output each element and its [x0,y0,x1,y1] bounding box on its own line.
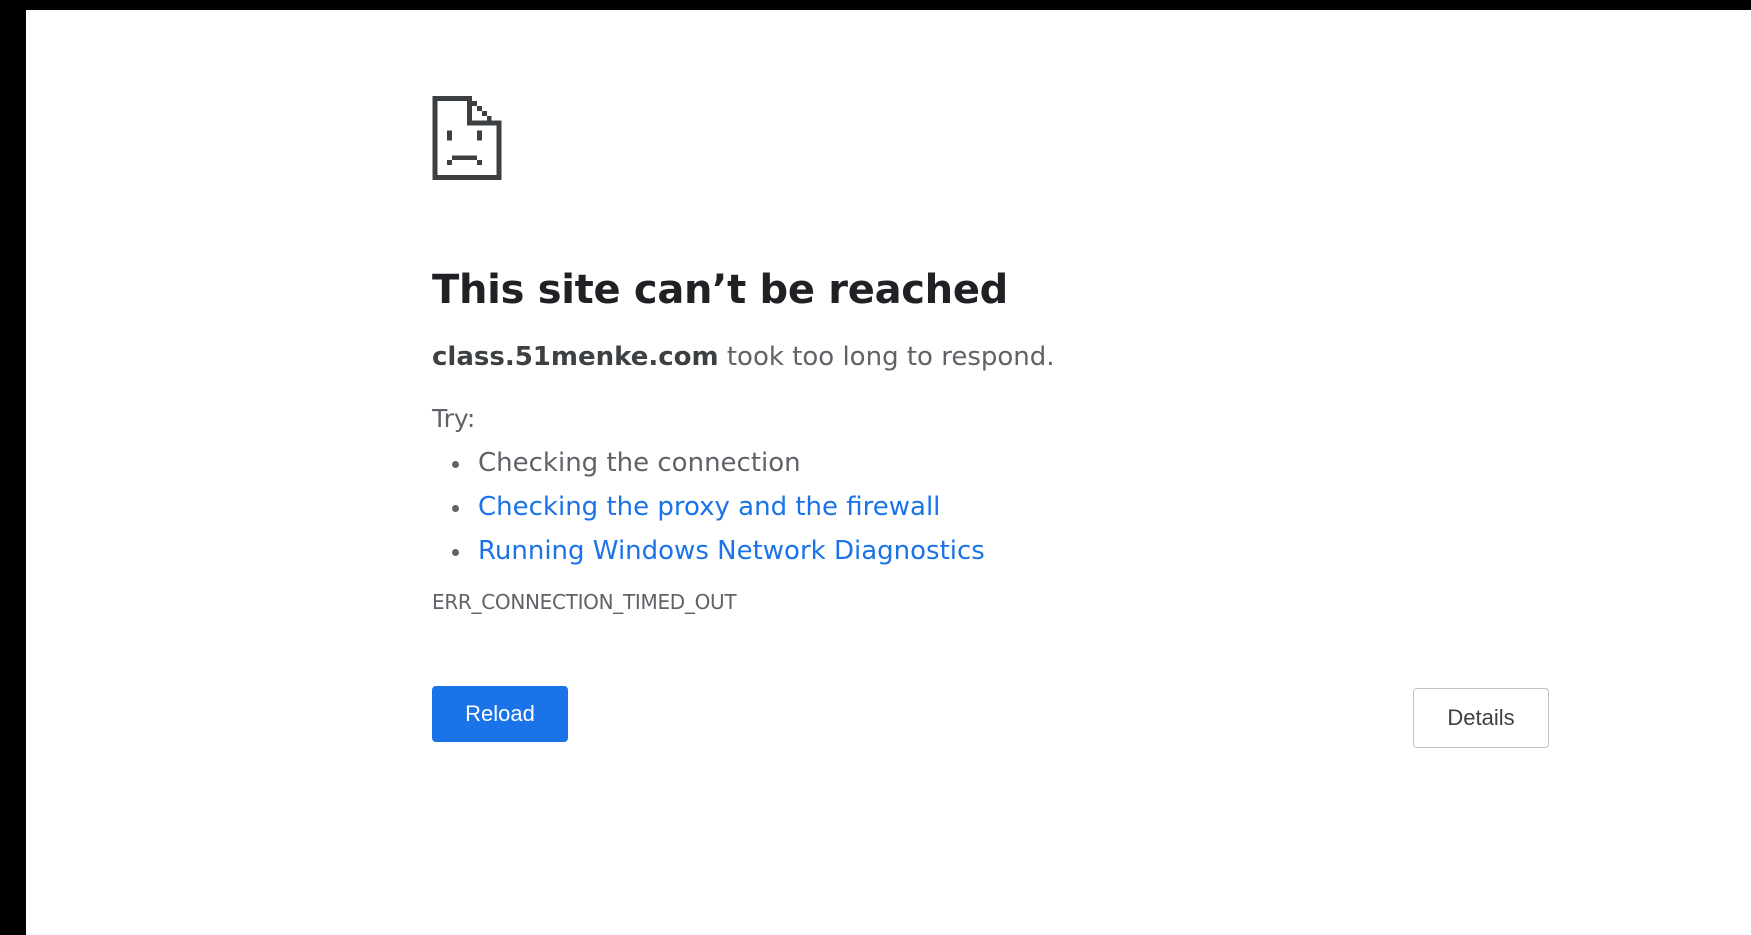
network-diagnostics-link[interactable]: Running Windows Network Diagnostics [478,536,985,566]
error-title: This site can’t be reached [432,267,1009,313]
error-content: This site can’t be reached class.51menke… [432,96,1582,616]
error-message: took too long to respond. [718,342,1055,372]
browser-error-page: This site can’t be reached class.51menke… [26,10,1751,935]
reload-button[interactable]: Reload [432,686,568,742]
suggestion-check-connection: Checking the connection [452,446,1582,480]
error-code: ERR_CONNECTION_TIMED_OUT [432,590,737,614]
try-label: Try: [432,404,476,433]
error-host: class.51menke.com [432,342,719,372]
suggestion-item: Running Windows Network Diagnostics [452,534,1582,568]
suggestion-item: Checking the proxy and the firewall [452,490,1582,524]
suggestion-list: Checking the connection Checking the pro… [432,446,1582,568]
sad-page-icon [432,96,502,180]
error-summary: class.51menke.com took too long to respo… [432,340,1582,374]
details-button[interactable]: Details [1413,688,1549,748]
proxy-firewall-link[interactable]: Checking the proxy and the firewall [478,492,940,522]
